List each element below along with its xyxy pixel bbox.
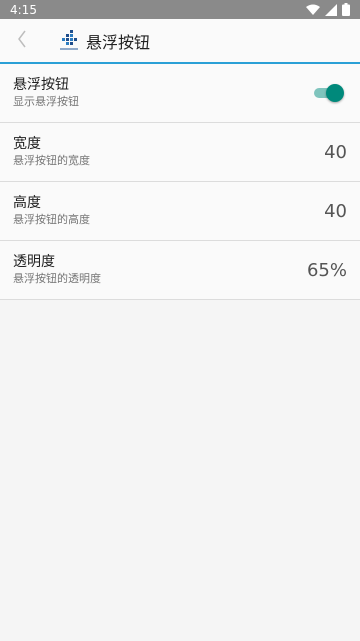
setting-subtitle: 悬浮按钮的透明度 [13, 272, 101, 285]
battery-icon [342, 3, 350, 16]
toggle-thumb [326, 84, 344, 102]
setting-text: 悬浮按钮 显示悬浮按钮 [13, 77, 79, 109]
setting-title: 悬浮按钮 [13, 77, 69, 93]
settings-list: 悬浮按钮 显示悬浮按钮 宽度 悬浮按钮的宽度 40 高度 悬浮按钮的高度 40 … [0, 64, 360, 300]
setting-text: 高度 悬浮按钮的高度 [13, 195, 90, 227]
setting-text: 透明度 悬浮按钮的透明度 [13, 254, 101, 286]
status-bar: 4:15 [0, 0, 360, 19]
setting-subtitle: 显示悬浮按钮 [13, 95, 79, 108]
setting-title: 宽度 [13, 136, 41, 152]
opacity-value: 65% [306, 259, 347, 281]
status-time: 4:15 [10, 2, 37, 17]
setting-row-width[interactable]: 宽度 悬浮按钮的宽度 40 [0, 123, 360, 182]
setting-row-float-button[interactable]: 悬浮按钮 显示悬浮按钮 [0, 64, 360, 123]
app-logo [58, 29, 80, 53]
chevron-left-icon [16, 29, 28, 53]
wifi-icon [306, 4, 320, 16]
page-title: 悬浮按钮 [86, 32, 151, 52]
width-value: 40 [324, 141, 347, 163]
status-icons [306, 3, 350, 16]
setting-title: 透明度 [13, 254, 55, 270]
empty-area [0, 300, 360, 639]
back-button[interactable] [0, 19, 44, 63]
app-bar: 悬浮按钮 [0, 19, 360, 64]
setting-subtitle: 悬浮按钮的宽度 [13, 154, 90, 167]
float-button-toggle[interactable] [313, 82, 345, 104]
height-value: 40 [324, 200, 347, 222]
setting-subtitle: 悬浮按钮的高度 [13, 213, 90, 226]
setting-row-height[interactable]: 高度 悬浮按钮的高度 40 [0, 182, 360, 241]
signal-icon [325, 3, 337, 16]
setting-title: 高度 [13, 195, 41, 211]
setting-text: 宽度 悬浮按钮的宽度 [13, 136, 90, 168]
setting-row-opacity[interactable]: 透明度 悬浮按钮的透明度 65% [0, 241, 360, 300]
